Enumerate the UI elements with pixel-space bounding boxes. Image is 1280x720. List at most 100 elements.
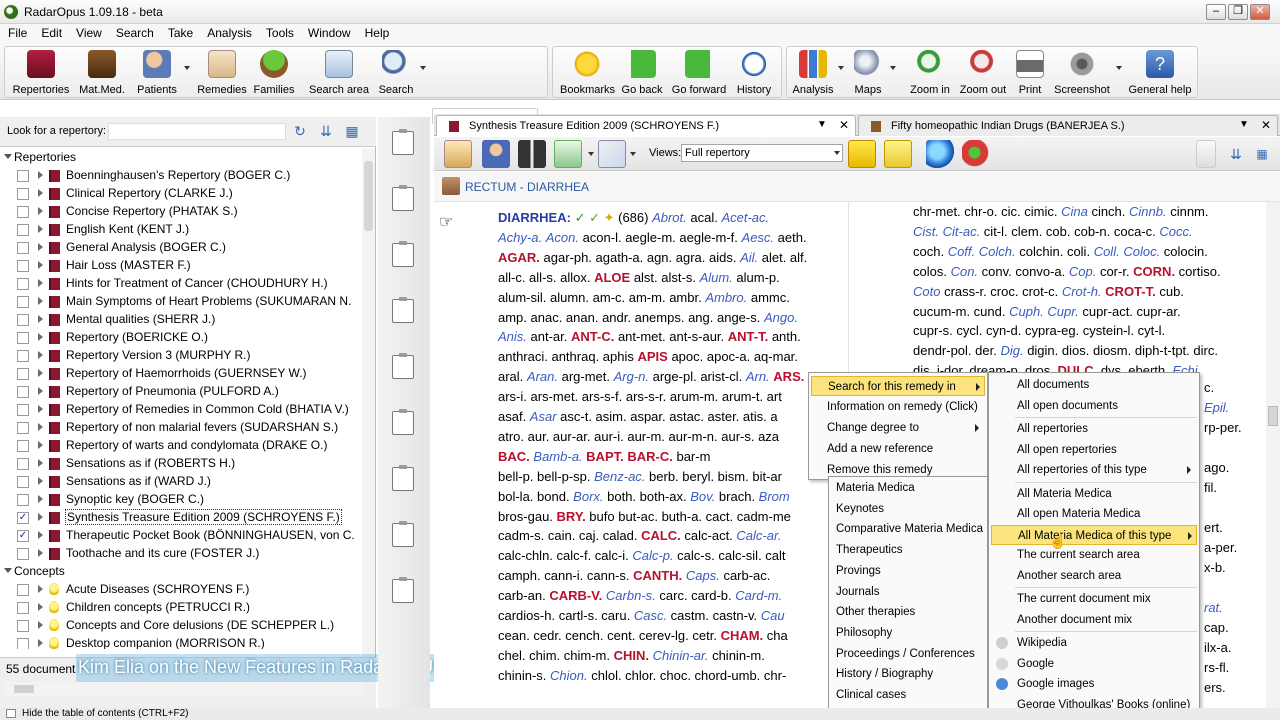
remedy-abbrev[interactable]: Cuph. — [1009, 304, 1044, 319]
expand-arrow-icon[interactable] — [38, 405, 43, 413]
clipboard-icon[interactable] — [392, 241, 414, 267]
remedy-abbrev[interactable]: cinch. — [1088, 204, 1129, 219]
search-in-item[interactable]: Google — [991, 654, 1197, 674]
clipboard-icon[interactable] — [392, 521, 414, 547]
context-menu-item[interactable]: Change degree to — [811, 418, 985, 438]
go-forward-button[interactable]: Go forward — [670, 48, 728, 96]
expand-arrow-icon[interactable] — [38, 333, 43, 341]
remedy-abbrev[interactable]: Bamb-a. — [533, 449, 582, 464]
tab-synthesis[interactable]: Synthesis Treasure Edition 2009 (SCHROYE… — [436, 115, 856, 136]
submenu-item-type[interactable]: Clinical cases — [831, 685, 985, 705]
globe-icon[interactable] — [926, 140, 954, 168]
remedy-abbrev[interactable]: colocin. — [1160, 244, 1208, 259]
remedy-abbrev[interactable]: rat. — [1204, 600, 1223, 615]
remedy-abbrev[interactable]: Coto — [913, 284, 940, 299]
remedy-abbrev[interactable]: cucum-m. cund. — [913, 304, 1009, 319]
remedy-abbrev[interactable]: dendr-pol. der. — [913, 343, 1000, 358]
remedy-abbrev[interactable]: Cop. — [1069, 264, 1096, 279]
remedy-abbrev[interactable]: calc-chln. calc-f. calc-i. — [498, 548, 632, 563]
remedy-abbrev[interactable]: cupr-s. cycl. cyn-d. cypra-eg. cystein-l… — [913, 323, 1165, 338]
remedy-abbrev[interactable]: Cit-ac. — [943, 224, 981, 239]
remedy-abbrev[interactable]: bar-m — [673, 449, 710, 464]
remedy-abbrev[interactable]: agar-ph. agath-a. agn. agra. aids. — [540, 250, 740, 265]
general-help-button[interactable]: ? General help — [1128, 48, 1192, 96]
remedy-abbrev[interactable]: cortiso. — [1175, 264, 1221, 279]
remedy-abbrev[interactable]: c. — [1204, 380, 1214, 395]
expand-icon[interactable] — [1196, 140, 1216, 168]
concept-checkbox[interactable] — [17, 638, 29, 649]
tree-item-repertory[interactable]: Toothache and its cure (FOSTER J.) — [0, 545, 362, 563]
remedy-abbrev[interactable]: Ambro. — [705, 290, 747, 305]
remedy-abbrev[interactable]: Acet-ac. — [721, 210, 769, 225]
clipboard-icon[interactable] — [392, 297, 414, 323]
pin-icon[interactable]: ▦ — [1252, 140, 1272, 168]
remedy-abbrev[interactable]: chlol. chlor. choc. chord-umb. chr- — [588, 668, 786, 683]
patients-dropdown-icon[interactable] — [184, 66, 190, 70]
remedy-colors-icon[interactable] — [962, 140, 990, 168]
zoom-out-button[interactable]: Zoom out — [958, 48, 1008, 96]
remedy-abbrev[interactable]: calc-act. — [681, 528, 737, 543]
expand-arrow-icon[interactable] — [38, 387, 43, 395]
remedy-abbrev[interactable]: Casc. — [634, 608, 667, 623]
repertory-checkbox[interactable] — [17, 296, 29, 308]
remedy-abbrev[interactable]: anthraci. anthraq. aphis — [498, 349, 637, 364]
tree-item-repertory[interactable]: Main Symptoms of Heart Problems (SUKUMAR… — [0, 293, 362, 311]
search-in-item[interactable]: All Materia Medica of this type — [991, 524, 1197, 545]
tree-vertical-scrollbar[interactable] — [362, 149, 375, 659]
remedy-abbrev[interactable]: brach. — [715, 489, 758, 504]
remedy-abbrev[interactable]: Colch. — [979, 244, 1016, 259]
expand-arrow-icon[interactable] — [38, 441, 43, 449]
remedy-abbrev[interactable]: coch. — [913, 244, 948, 259]
remedy-abbrev[interactable]: cinnm. — [1167, 204, 1208, 219]
go-back-button[interactable]: Go back — [618, 48, 666, 96]
remedy-abbrev[interactable]: ANT-T. — [728, 329, 768, 344]
remedy-abbrev[interactable]: ✓ — [575, 210, 590, 225]
remedy-abbrev[interactable]: arg-met. — [558, 369, 614, 384]
bookmarks-button[interactable]: Bookmarks — [560, 48, 615, 96]
menu-window[interactable]: Window — [301, 24, 358, 40]
tree-item-repertory[interactable]: ✓ Synthesis Treasure Edition 2009 (SCHROY… — [0, 509, 362, 527]
remedy-abbrev[interactable]: DIARRHEA: — [498, 210, 575, 225]
context-menu-item[interactable]: Add a new reference — [811, 439, 985, 459]
remedy-abbrev[interactable]: Crot-h. — [1062, 284, 1102, 299]
expand-arrow-icon[interactable] — [38, 171, 43, 179]
expand-arrow-icon[interactable] — [38, 621, 43, 629]
expand-arrow-icon[interactable] — [38, 549, 43, 557]
repertory-checkbox[interactable] — [17, 440, 29, 452]
tab-dropdown-icon[interactable]: ▼ — [1239, 119, 1249, 130]
expand-arrow-icon[interactable] — [38, 459, 43, 467]
remedy-abbrev[interactable]: colchin. coli. — [1016, 244, 1094, 259]
remedy-abbrev[interactable]: Achy-a. — [498, 230, 542, 245]
remedy-abbrev[interactable]: Anis. — [498, 329, 527, 344]
notebook-icon[interactable] — [444, 140, 472, 168]
minimize-icon[interactable]: – — [1206, 4, 1226, 20]
submenu-item-type[interactable]: Provings — [831, 561, 985, 581]
submenu-item-type[interactable]: History / Biography — [831, 664, 985, 684]
tree-item-repertory[interactable]: General Analysis (BOGER C.) — [0, 239, 362, 257]
remedy-abbrev[interactable]: a-per. — [1204, 540, 1237, 555]
remedy-abbrev[interactable]: camph. cann-i. cann-s. — [498, 568, 633, 583]
remedy-abbrev[interactable]: chinin-m. — [708, 648, 765, 663]
maps-button[interactable]: Maps — [848, 48, 888, 96]
remedy-abbrev[interactable]: Cocc. — [1159, 224, 1192, 239]
menu-help[interactable]: Help — [358, 24, 397, 40]
expand-arrow-icon[interactable] — [38, 513, 43, 521]
remedy-abbrev[interactable]: Cist. — [913, 224, 939, 239]
remedy-abbrev[interactable]: cardios-h. cartl-s. caru. — [498, 608, 634, 623]
remedy-abbrev[interactable]: ant-ar. — [527, 329, 571, 344]
clipboard-icon[interactable] — [392, 465, 414, 491]
maximize-icon[interactable]: ❐ — [1228, 4, 1248, 20]
repertory-checkbox[interactable] — [17, 260, 29, 272]
remedy-abbrev[interactable]: ALOE — [594, 270, 630, 285]
expand-arrow-icon[interactable] — [38, 189, 43, 197]
remedy-abbrev[interactable]: ago. — [1204, 460, 1229, 475]
remedy-abbrev[interactable]: all-c. all-s. allox. — [498, 270, 594, 285]
tree-item-repertory[interactable]: Repertory of Pneumonia (PULFORD A.) — [0, 383, 362, 401]
repertory-checkbox[interactable] — [17, 278, 29, 290]
tab-fifty-indian-drugs[interactable]: Fifty homeopathic Indian Drugs (BANERJEA… — [858, 115, 1278, 136]
remedy-abbrev[interactable]: crass-r. croc. crot-c. — [940, 284, 1061, 299]
remedy-abbrev[interactable]: cor-r. — [1096, 264, 1133, 279]
tree-item-repertory[interactable]: Repertory of non malarial fevers (SUDARS… — [0, 419, 362, 437]
remedy-abbrev[interactable]: Calc-p. — [632, 548, 673, 563]
remedy-abbrev[interactable]: CHAM. — [721, 628, 764, 643]
